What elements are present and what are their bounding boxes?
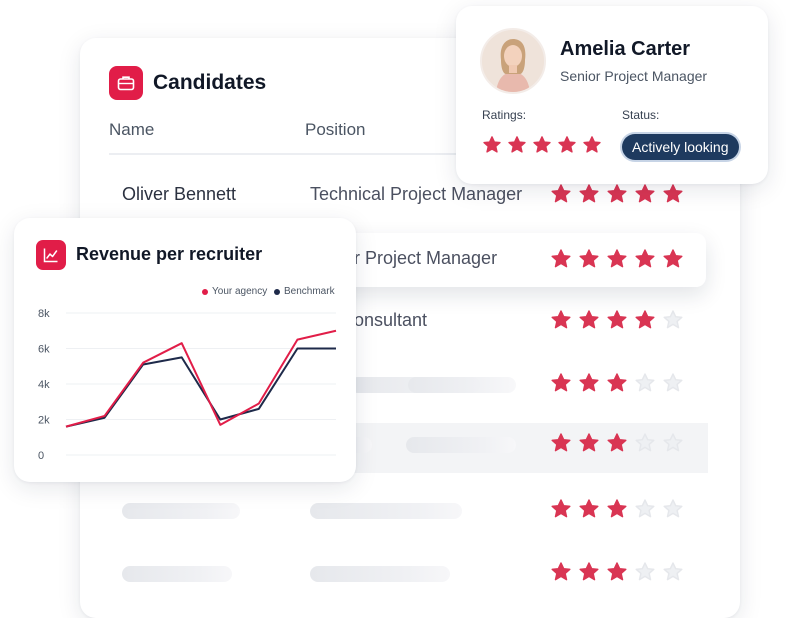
star-filled-icon — [579, 184, 599, 203]
rating-stars — [550, 498, 684, 520]
star-filled-icon — [607, 184, 627, 203]
star-filled-icon — [551, 562, 571, 581]
y-tick-label: 4k — [38, 379, 50, 391]
revenue-card: Revenue per recruiter Your agency Benchm… — [14, 218, 356, 482]
status-label: Status: — [622, 108, 660, 122]
series-line-your-agency — [65, 329, 337, 428]
rating-stars — [550, 432, 684, 454]
star-filled-icon — [579, 249, 599, 268]
candidate-name: Oliver Bennett — [122, 184, 237, 204]
star-filled-icon — [551, 433, 571, 452]
star-filled-icon — [533, 136, 551, 153]
star-filled-icon — [579, 499, 599, 518]
table-row[interactable] — [80, 481, 740, 539]
y-tick-label: 8k — [38, 308, 50, 320]
star-empty-icon — [663, 310, 683, 329]
star-filled-icon — [508, 136, 526, 153]
star-filled-icon — [635, 249, 655, 268]
star-filled-icon — [607, 499, 627, 518]
star-filled-icon — [663, 249, 683, 268]
profile-name: Amelia Carter — [560, 38, 691, 60]
table-row-highlighted[interactable]: r Project Manager — [326, 233, 706, 287]
star-filled-icon — [607, 249, 627, 268]
y-tick-label: 0 — [38, 450, 44, 462]
status-badge[interactable]: Actively looking — [622, 134, 739, 160]
star-empty-icon — [663, 562, 683, 581]
star-empty-icon — [635, 499, 655, 518]
profile-card: Amelia Carter Senior Project Manager Rat… — [456, 6, 768, 184]
candidate-position: Technical Project Manager — [310, 184, 523, 204]
y-tick-label: 6k — [38, 344, 50, 356]
star-filled-icon — [579, 310, 599, 329]
placeholder-bar — [406, 437, 516, 453]
revenue-line-chart: 8k 6k 4k 2k 0 — [38, 308, 337, 462]
rating-stars — [550, 248, 684, 270]
star-filled-icon — [607, 562, 627, 581]
star-filled-icon — [551, 249, 571, 268]
star-filled-icon — [635, 184, 655, 203]
placeholder-bar — [122, 503, 240, 519]
y-tick-label: 2k — [38, 415, 50, 427]
table-row[interactable] — [80, 544, 740, 602]
briefcase-icon — [109, 66, 143, 100]
star-empty-icon — [663, 499, 683, 518]
avatar — [480, 28, 546, 94]
star-filled-icon — [607, 433, 627, 452]
star-filled-icon — [551, 184, 571, 203]
rating-stars — [550, 309, 684, 331]
star-filled-icon — [483, 136, 501, 153]
star-empty-icon — [635, 433, 655, 452]
placeholder-bar — [122, 566, 232, 582]
star-filled-icon — [551, 499, 571, 518]
candidates-title: Candidates — [153, 71, 267, 94]
rating-stars — [482, 135, 602, 155]
rating-stars — [550, 183, 684, 205]
star-filled-icon — [663, 184, 683, 203]
placeholder-bar — [310, 503, 462, 519]
rating-stars — [550, 561, 684, 583]
column-header-position[interactable]: Position — [305, 120, 365, 140]
star-filled-icon — [579, 433, 599, 452]
placeholder-bar — [310, 566, 450, 582]
star-empty-icon — [635, 562, 655, 581]
star-filled-icon — [579, 562, 599, 581]
star-filled-icon — [583, 136, 601, 153]
star-empty-icon — [663, 433, 683, 452]
star-filled-icon — [558, 136, 576, 153]
ratings-label: Ratings: — [482, 108, 527, 122]
star-filled-icon — [551, 310, 571, 329]
star-filled-icon — [635, 310, 655, 329]
profile-role: Senior Project Manager — [560, 68, 708, 84]
candidate-position: r Project Manager — [354, 248, 498, 268]
column-header-name[interactable]: Name — [109, 120, 154, 140]
star-filled-icon — [607, 310, 627, 329]
